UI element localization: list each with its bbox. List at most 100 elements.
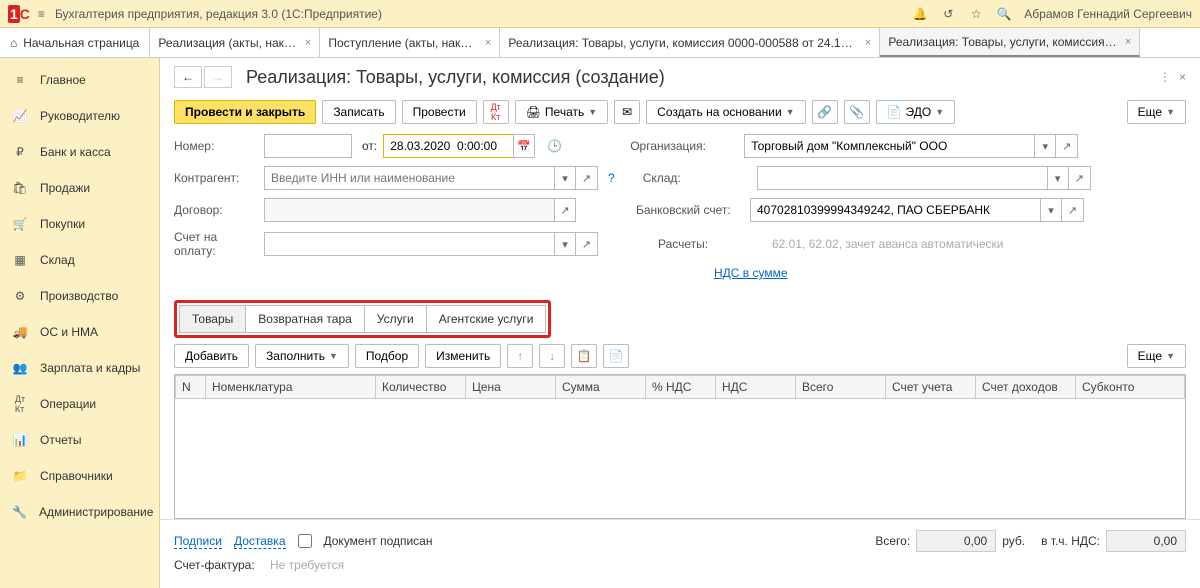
- more-button[interactable]: Еще▼: [1127, 100, 1186, 124]
- user-name[interactable]: Абрамов Геннадий Сергеевич: [1024, 7, 1192, 21]
- print-button[interactable]: 🖨Печать▼: [515, 100, 608, 124]
- record-button[interactable]: Записать: [322, 100, 395, 124]
- sidebar-item-purchases[interactable]: 🛒Покупки: [0, 206, 159, 242]
- col-income[interactable]: Счет доходов: [976, 376, 1076, 399]
- sidebar-item-main[interactable]: ≡Главное: [0, 62, 159, 98]
- doc-icon[interactable]: 🕒: [547, 139, 562, 153]
- caret-icon: ▼: [1166, 107, 1175, 117]
- open-icon[interactable]: ↗: [576, 166, 598, 190]
- vat-link[interactable]: НДС в сумме: [714, 266, 788, 280]
- calendar-icon[interactable]: 📅: [513, 134, 535, 158]
- sidebar-item-admin[interactable]: 🔧Администрирование: [0, 494, 159, 530]
- sidebar-item-directories[interactable]: 📁Справочники: [0, 458, 159, 494]
- bell-icon[interactable]: 🔔: [912, 6, 928, 22]
- open-icon[interactable]: ↗: [1056, 134, 1078, 158]
- page-menu-icon[interactable]: ⋮: [1159, 70, 1171, 84]
- col-n[interactable]: N: [176, 376, 206, 399]
- col-name[interactable]: Номенклатура: [206, 376, 376, 399]
- move-down-button[interactable]: ↓: [539, 344, 565, 368]
- invoice-input[interactable]: [264, 232, 554, 256]
- open-icon[interactable]: ↗: [1062, 198, 1084, 222]
- subtab-containers[interactable]: Возвратная тара: [246, 305, 365, 333]
- delivery-link[interactable]: Доставка: [234, 534, 286, 549]
- col-sum[interactable]: Сумма: [556, 376, 646, 399]
- sidebar-item-salary[interactable]: 👥Зарплата и кадры: [0, 350, 159, 386]
- close-icon[interactable]: ×: [865, 37, 871, 49]
- help-icon[interactable]: ?: [608, 171, 615, 185]
- search-icon[interactable]: 🔍: [996, 6, 1012, 22]
- col-vatpct[interactable]: % НДС: [646, 376, 716, 399]
- page-header: ← → Реализация: Товары, услуги, комиссия…: [160, 58, 1200, 96]
- paste-button[interactable]: 📄: [603, 344, 629, 368]
- close-icon[interactable]: ×: [305, 37, 311, 49]
- tab-3[interactable]: Реализация: Товары, услуги, комиссия (со…: [880, 28, 1140, 57]
- create-based-button[interactable]: Создать на основании▼: [646, 100, 805, 124]
- hamburger-icon[interactable]: ≡: [38, 7, 45, 21]
- open-icon[interactable]: ↗: [576, 232, 598, 256]
- date-input[interactable]: [383, 134, 513, 158]
- dropdown-icon[interactable]: ▾: [554, 166, 576, 190]
- nav-back-button[interactable]: ←: [174, 66, 202, 88]
- close-icon[interactable]: ×: [485, 37, 491, 49]
- move-up-button[interactable]: ↑: [507, 344, 533, 368]
- dropdown-icon[interactable]: ▾: [1047, 166, 1069, 190]
- open-icon[interactable]: ↗: [554, 198, 576, 222]
- star-icon[interactable]: ☆: [968, 6, 984, 22]
- subtab-agent[interactable]: Агентские услуги: [427, 305, 547, 333]
- sidebar-item-production[interactable]: ⚙Производство: [0, 278, 159, 314]
- page-close-icon[interactable]: ×: [1179, 70, 1186, 84]
- number-input[interactable]: [264, 134, 352, 158]
- signatures-link[interactable]: Подписи: [174, 534, 222, 549]
- dropdown-icon[interactable]: ▾: [1034, 134, 1056, 158]
- col-qty[interactable]: Количество: [376, 376, 466, 399]
- post-close-button[interactable]: Провести и закрыть: [174, 100, 316, 124]
- tab-0[interactable]: Реализация (акты, накладн... ×: [150, 28, 320, 57]
- sidebar-item-operations[interactable]: ДтКтОперации: [0, 386, 159, 422]
- dropdown-icon[interactable]: ▾: [554, 232, 576, 256]
- bank-input[interactable]: [750, 198, 1040, 222]
- signed-checkbox[interactable]: [298, 534, 312, 548]
- sidebar-item-bank[interactable]: ₽Банк и касса: [0, 134, 159, 170]
- edo-button[interactable]: 📄ЭДО▼: [876, 100, 956, 124]
- add-button[interactable]: Добавить: [174, 344, 249, 368]
- select-button[interactable]: Подбор: [355, 344, 419, 368]
- col-vat[interactable]: НДС: [716, 376, 796, 399]
- subtab-services[interactable]: Услуги: [365, 305, 427, 333]
- col-account[interactable]: Счет учета: [886, 376, 976, 399]
- dtkt-button[interactable]: ДтКт: [483, 100, 509, 124]
- col-total[interactable]: Всего: [796, 376, 886, 399]
- tab-1[interactable]: Поступление (акты, накладн... ×: [320, 28, 500, 57]
- table-more-button[interactable]: Еще▼: [1127, 344, 1186, 368]
- bank-label: Банковский счет:: [636, 203, 744, 217]
- nav-forward-button[interactable]: →: [204, 66, 232, 88]
- relations-button[interactable]: 🔗: [812, 100, 838, 124]
- attach-button[interactable]: 📎: [844, 100, 870, 124]
- dropdown-icon[interactable]: ▾: [1040, 198, 1062, 222]
- sidebar-item-warehouse[interactable]: ▦Склад: [0, 242, 159, 278]
- table[interactable]: N Номенклатура Количество Цена Сумма % Н…: [174, 374, 1186, 519]
- org-label: Организация:: [630, 139, 738, 153]
- home-tab[interactable]: ⌂ Начальная страница: [0, 28, 150, 57]
- col-subconto[interactable]: Субконто: [1076, 376, 1185, 399]
- tab-2[interactable]: Реализация: Товары, услуги, комиссия 000…: [500, 28, 880, 57]
- sidebar-label: Склад: [40, 253, 75, 267]
- org-input[interactable]: [744, 134, 1034, 158]
- history-icon[interactable]: ↺: [940, 6, 956, 22]
- btn-label: Еще: [1138, 349, 1162, 363]
- sidebar-item-assets[interactable]: 🚚ОС и НМА: [0, 314, 159, 350]
- copy-button[interactable]: 📋: [571, 344, 597, 368]
- subtab-goods[interactable]: Товары: [179, 305, 246, 333]
- mail-button[interactable]: ✉: [614, 100, 640, 124]
- fill-button[interactable]: Заполнить▼: [255, 344, 349, 368]
- sidebar-item-manager[interactable]: 📈Руководителю: [0, 98, 159, 134]
- open-icon[interactable]: ↗: [1069, 166, 1091, 190]
- page-title: Реализация: Товары, услуги, комиссия (со…: [246, 67, 665, 88]
- post-button[interactable]: Провести: [402, 100, 477, 124]
- col-price[interactable]: Цена: [466, 376, 556, 399]
- sidebar-item-reports[interactable]: 📊Отчеты: [0, 422, 159, 458]
- contractor-input[interactable]: [264, 166, 554, 190]
- change-button[interactable]: Изменить: [425, 344, 501, 368]
- sidebar-item-sales[interactable]: 🛍Продажи: [0, 170, 159, 206]
- warehouse-input[interactable]: [757, 166, 1047, 190]
- close-icon[interactable]: ×: [1125, 36, 1131, 48]
